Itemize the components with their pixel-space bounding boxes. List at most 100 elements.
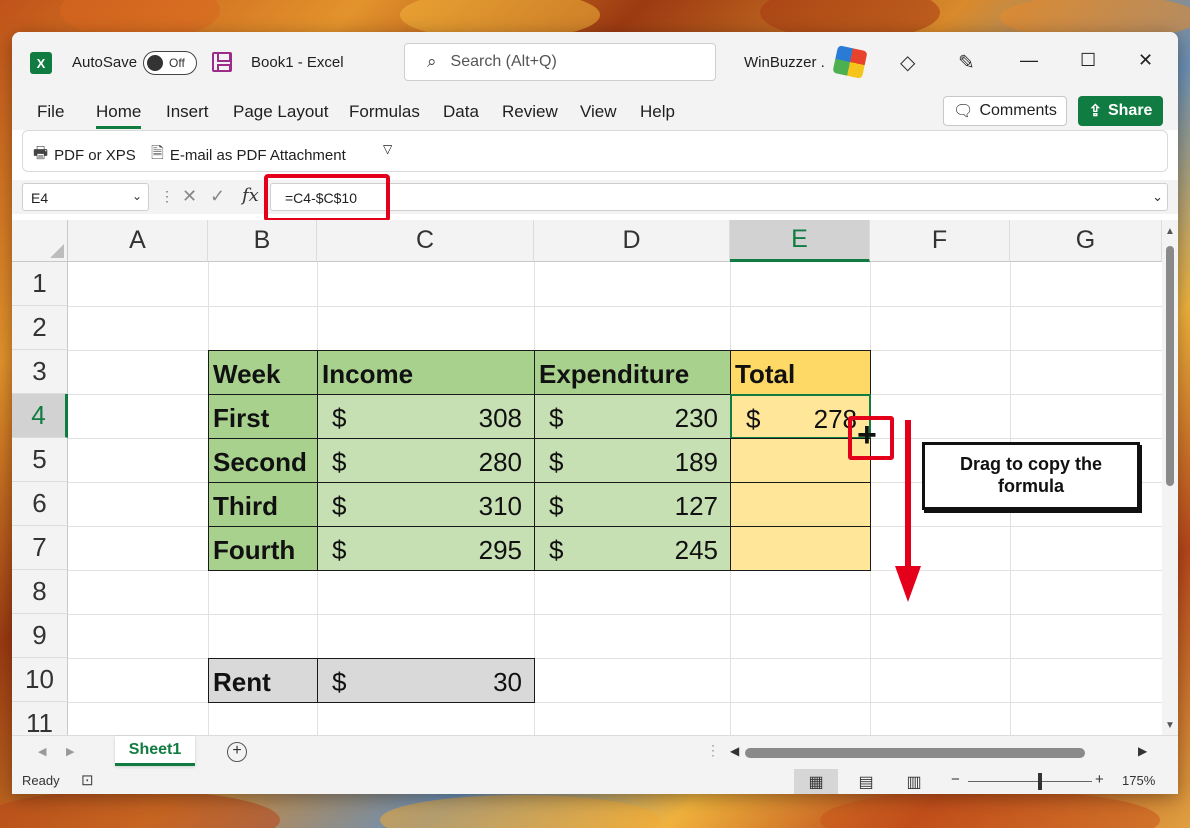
menu-review[interactable]: Review	[502, 102, 558, 122]
zoom-level[interactable]: 175%	[1122, 773, 1155, 788]
pdf-xps-button[interactable]: 🖶 PDF or XPS	[33, 142, 136, 169]
add-sheet-icon[interactable]: +	[227, 742, 247, 762]
avatar[interactable]	[832, 45, 868, 79]
row-header-5[interactable]: 5	[12, 438, 68, 482]
cell-c6[interactable]: $310	[317, 482, 535, 527]
cell-e7[interactable]	[730, 526, 871, 571]
row-header-6[interactable]: 6	[12, 482, 68, 526]
row-header-1[interactable]: 1	[12, 262, 68, 306]
minimize-icon[interactable]: —	[1020, 50, 1038, 71]
expand-formula-icon[interactable]: ⌄	[1152, 189, 1163, 205]
separator-icon[interactable]: ⋮	[706, 742, 720, 759]
select-all-corner[interactable]	[12, 220, 68, 262]
menu-data[interactable]: Data	[443, 102, 479, 122]
cell-c4[interactable]: $308	[317, 394, 535, 439]
column-header-d[interactable]: D	[534, 220, 730, 262]
zoom-slider-knob[interactable]	[1038, 773, 1042, 790]
row-header-8[interactable]: 8	[12, 570, 68, 614]
currency-symbol: $	[746, 404, 761, 434]
normal-view-icon[interactable]: ▦	[794, 769, 838, 794]
cell-d7[interactable]: $245	[534, 526, 731, 571]
cell-e3[interactable]: Total	[730, 350, 871, 395]
name-box[interactable]: E4 ⌄	[22, 183, 149, 211]
ribbon-dropdown-icon[interactable]: ▽	[383, 142, 392, 156]
diamond-icon[interactable]: ◇	[900, 50, 915, 75]
gridline	[68, 306, 1162, 307]
cell-d3[interactable]: Expenditure	[534, 350, 731, 395]
tab-sheet1[interactable]: Sheet1	[115, 736, 195, 766]
menu-view[interactable]: View	[580, 102, 617, 122]
row-header-9[interactable]: 9	[12, 614, 68, 658]
accessibility-icon[interactable]: ⊡	[81, 771, 94, 789]
title-bar: X AutoSave Off Book1 - Excel ⌕ Search (A…	[12, 32, 1178, 90]
cell-b10[interactable]: Rent	[208, 658, 318, 703]
currency-symbol: $	[332, 667, 347, 697]
menu-home[interactable]: Home	[96, 102, 142, 129]
pen-icon[interactable]: ✎	[958, 50, 975, 75]
share-button[interactable]: ⇪ Share	[1078, 96, 1163, 126]
scroll-down-icon[interactable]: ▼	[1165, 720, 1175, 731]
close-icon[interactable]: ✕	[1138, 50, 1153, 71]
comments-button[interactable]: 🗨 Comments	[943, 96, 1067, 126]
cell-b3[interactable]: Week	[208, 350, 318, 395]
cell-e6[interactable]	[730, 482, 871, 527]
user-name[interactable]: WinBuzzer .	[744, 54, 825, 71]
vertical-scroll-thumb[interactable]	[1166, 246, 1174, 486]
autosave-toggle[interactable]: Off	[143, 51, 197, 75]
column-header-b[interactable]: B	[208, 220, 317, 262]
cancel-icon[interactable]: ✕	[182, 186, 197, 207]
header-income: Income	[322, 359, 414, 389]
maximize-icon[interactable]: ☐	[1080, 50, 1096, 71]
column-header-f[interactable]: F	[870, 220, 1010, 262]
menu-insert[interactable]: Insert	[166, 102, 209, 122]
cell-b6[interactable]: Third	[208, 482, 318, 527]
formula-input[interactable]: =C4-$C$10 ⌄	[270, 183, 1168, 211]
page-break-view-icon[interactable]: ▥	[892, 769, 936, 794]
horizontal-scroll-thumb[interactable]	[745, 748, 1085, 758]
row-header-10[interactable]: 10	[12, 658, 68, 702]
column-header-c[interactable]: C	[317, 220, 534, 262]
save-icon[interactable]	[212, 52, 232, 72]
menu-page-layout[interactable]: Page Layout	[233, 102, 328, 122]
menu-formulas[interactable]: Formulas	[349, 102, 420, 122]
tab-next-icon[interactable]: ▶	[66, 745, 74, 758]
cell-d6[interactable]: $127	[534, 482, 731, 527]
cell-b5[interactable]: Second	[208, 438, 318, 483]
cell-c3[interactable]: Income	[317, 350, 535, 395]
scroll-right-icon[interactable]: ▶	[1138, 744, 1147, 758]
tab-prev-icon[interactable]: ◀	[38, 745, 46, 758]
zoom-in-icon[interactable]: +	[1095, 771, 1104, 788]
column-header-g[interactable]: G	[1010, 220, 1162, 262]
cell-b7[interactable]: Fourth	[208, 526, 318, 571]
scroll-up-icon[interactable]: ▲	[1165, 226, 1175, 237]
vertical-scrollbar[interactable]: ▲ ▼	[1162, 220, 1178, 735]
cell-d4[interactable]: $230	[534, 394, 731, 439]
column-header-e[interactable]: E	[730, 220, 870, 262]
page-layout-view-icon[interactable]: ▤	[844, 769, 888, 794]
check-icon[interactable]: ✓	[210, 186, 225, 207]
cell-d5[interactable]: $189	[534, 438, 731, 483]
column-header-a[interactable]: A	[68, 220, 208, 262]
rent-label: Rent	[213, 667, 271, 697]
cell-c5[interactable]: $280	[317, 438, 535, 483]
row-header-7[interactable]: 7	[12, 526, 68, 570]
menu-file[interactable]: File	[37, 102, 64, 122]
cell-c7[interactable]: $295	[317, 526, 535, 571]
cell-c10[interactable]: $30	[317, 658, 535, 703]
cell-b4[interactable]: First	[208, 394, 318, 439]
row-header-11[interactable]: 11	[12, 702, 68, 735]
fill-handle-cursor-icon[interactable]: +	[857, 416, 877, 455]
spreadsheet-grid[interactable]: A B C D E F G 1 2 3 4 5 6 7 8 9 10 11 We…	[12, 220, 1162, 735]
zoom-slider[interactable]	[968, 781, 1092, 782]
email-pdf-button[interactable]: 🗎 E-mail as PDF Attachment	[151, 142, 346, 169]
share-label: Share	[1107, 102, 1153, 119]
insert-function-button[interactable]: fx	[242, 185, 259, 206]
row-header-3[interactable]: 3	[12, 350, 68, 394]
scroll-left-icon[interactable]: ◀	[730, 744, 739, 758]
search-input[interactable]: ⌕ Search (Alt+Q)	[404, 43, 716, 81]
row-header-2[interactable]: 2	[12, 306, 68, 350]
zoom-out-icon[interactable]: −	[951, 771, 960, 788]
pdf-icon: 🗎	[151, 145, 164, 162]
menu-help[interactable]: Help	[640, 102, 675, 122]
row-header-4[interactable]: 4	[12, 394, 68, 438]
